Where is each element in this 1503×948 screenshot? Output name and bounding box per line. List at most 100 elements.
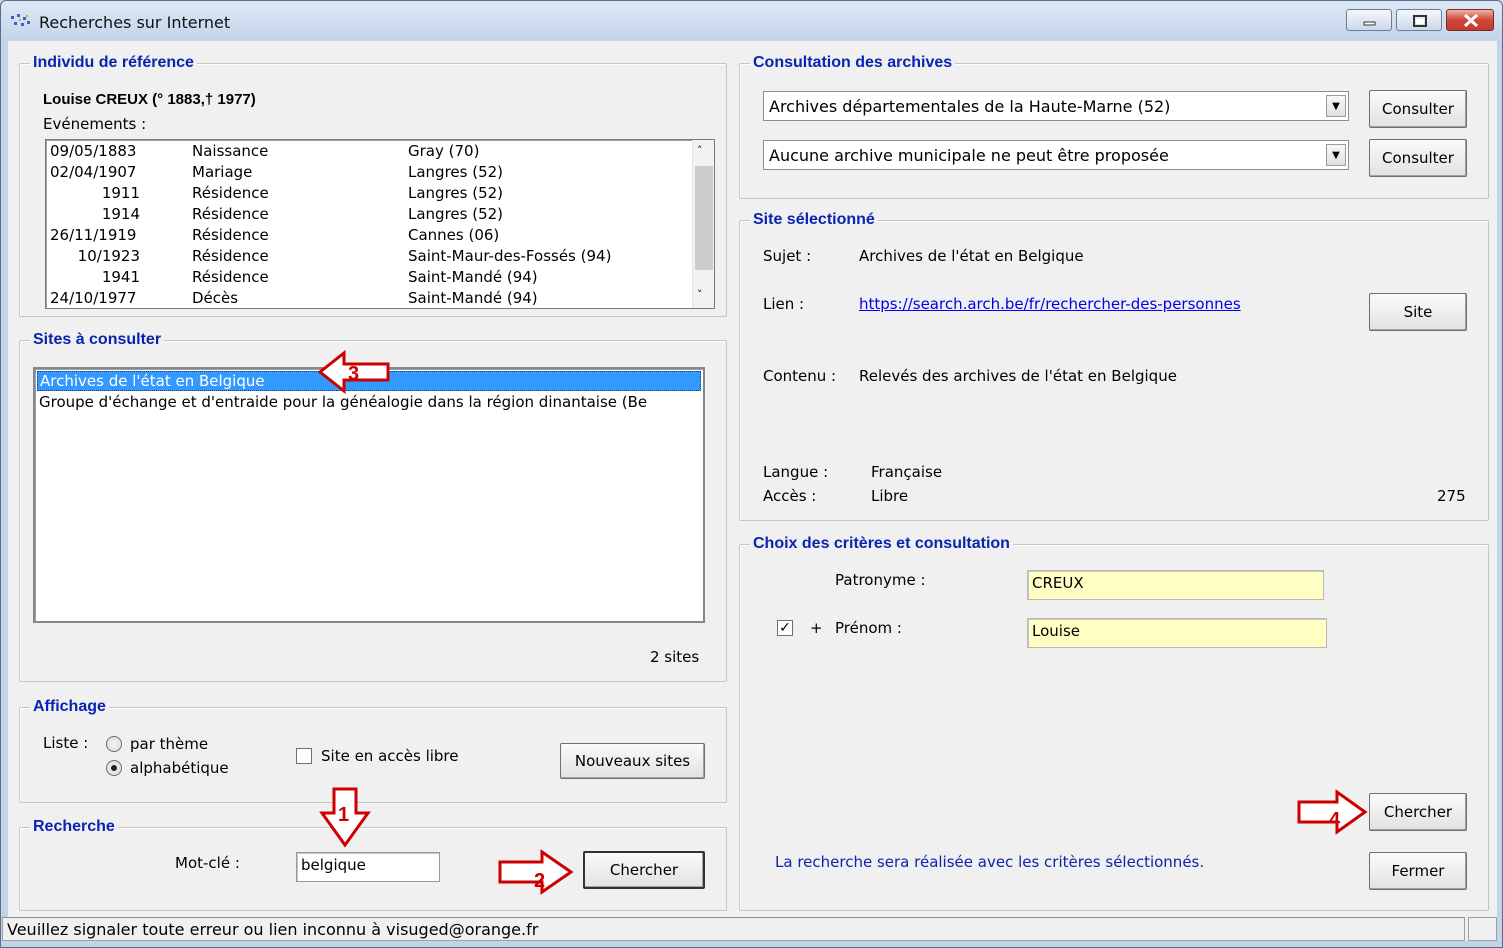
criteria-legend: Choix des critères et consultation <box>750 534 1013 554</box>
events-list[interactable]: 09/05/1883 Naissance Gray (70) 02/04/1907 Ma… <box>45 139 715 309</box>
event-type: Naissance <box>192 142 269 160</box>
radio-theme-label[interactable]: par thème <box>130 735 208 753</box>
event-date: 02/04/1907 <box>50 163 137 181</box>
event-date: 09/05/1883 <box>50 142 137 160</box>
sites-legend: Sites à consulter <box>30 330 165 350</box>
minimize-button[interactable] <box>1346 9 1392 31</box>
annotation-number-4: 4 <box>1329 809 1341 831</box>
reference-legend: Individu de référence <box>30 53 197 73</box>
event-row[interactable]: 09/05/1883 Naissance Gray (70) <box>50 142 710 163</box>
event-type: Résidence <box>192 247 269 265</box>
event-row[interactable]: 26/11/1919 Résidence Cannes (06) <box>50 226 710 247</box>
site-button[interactable]: Site <box>1369 293 1467 331</box>
events-scrollbar[interactable]: ˄ ˅ <box>692 140 714 308</box>
annotation-arrow-2: 2 <box>498 849 574 895</box>
scroll-down-icon[interactable]: ˅ <box>697 288 703 301</box>
subject-value: Archives de l'état en Belgique <box>859 247 1084 265</box>
sites-count: 2 sites <box>650 648 700 666</box>
chevron-down-icon[interactable]: ▼ <box>1326 144 1346 166</box>
event-place: Saint-Maur-des-Fossés (94) <box>408 247 612 265</box>
access-value: Libre <box>871 487 909 505</box>
list-label: Liste : <box>43 734 89 752</box>
event-row[interactable]: 1911 Résidence Langres (52) <box>50 184 710 205</box>
radio-alphabetical-label[interactable]: alphabétique <box>130 759 229 777</box>
surname-input[interactable]: CREUX <box>1027 570 1324 600</box>
event-date: 24/10/1977 <box>50 289 137 307</box>
radio-alphabetical[interactable] <box>106 760 122 776</box>
criteria-info-text: La recherche sera réalisée avec les crit… <box>775 853 1205 871</box>
selected-site-legend: Site sélectionné <box>750 210 878 230</box>
archives-legend: Consultation des archives <box>750 53 956 73</box>
selected-site-group: Site sélectionné Sujet : Archives de l'é… <box>739 210 1489 521</box>
language-value: Française <box>871 463 943 481</box>
title-bar[interactable]: Recherches sur Internet <box>1 1 1502 41</box>
site-item[interactable]: Groupe d'échange et d'entraide pour la g… <box>39 393 647 411</box>
free-access-label[interactable]: Site en accès libre <box>321 747 459 765</box>
close-window-button[interactable] <box>1446 9 1494 31</box>
dept-archives-select[interactable]: Archives départementales de la Haute-Mar… <box>763 91 1349 121</box>
event-row[interactable]: 02/04/1907 Mariage Langres (52) <box>50 163 710 184</box>
firstname-checkbox[interactable]: ✓ <box>777 620 793 636</box>
sites-list[interactable]: Archives de l'état en Belgique Groupe d'… <box>33 367 705 623</box>
annotation-arrow-3: 3 <box>317 349 390 395</box>
chevron-down-icon[interactable]: ▼ <box>1326 95 1346 117</box>
free-access-checkbox[interactable] <box>296 748 312 764</box>
annotation-number-2: 2 <box>534 870 545 892</box>
restore-icon <box>1413 15 1427 27</box>
event-date: 10/1923 <box>77 247 140 265</box>
event-row[interactable]: 1914 Résidence Langres (52) <box>50 205 710 226</box>
site-number: 275 <box>1437 487 1466 505</box>
access-label: Accès : <box>763 487 817 505</box>
app-window: Recherches sur Internet Individu de réfé… <box>0 0 1503 948</box>
firstname-label: Prénom : <box>835 619 902 637</box>
event-date: 1914 <box>101 205 140 223</box>
scrollbar-thumb[interactable] <box>695 166 713 270</box>
event-type: Résidence <box>192 205 269 223</box>
status-text: Veuillez signaler toute erreur ou lien i… <box>7 920 539 939</box>
event-type: Résidence <box>192 268 269 286</box>
consult-dept-button[interactable]: Consulter <box>1369 90 1467 128</box>
window-title: Recherches sur Internet <box>39 13 231 32</box>
event-type: Décès <box>192 289 239 307</box>
subject-label: Sujet : <box>763 247 812 265</box>
search-group: Recherche Mot-clé : belgique Chercher <box>19 817 727 911</box>
reference-group: Individu de référence Louise CREUX (° 18… <box>19 53 727 317</box>
keyword-label: Mot-clé : <box>175 854 240 872</box>
annotation-arrow-4: 4 <box>1297 789 1368 835</box>
site-link[interactable]: https://search.arch.be/fr/rechercher-des… <box>859 295 1241 313</box>
archives-group: Consultation des archives Archives dépar… <box>739 53 1489 199</box>
event-row[interactable]: 10/1923 Résidence Saint-Maur-des-Fossés (9… <box>50 247 710 268</box>
plus-sign: + <box>810 619 823 637</box>
maximize-button[interactable] <box>1396 9 1442 31</box>
event-place: Langres (52) <box>408 184 504 202</box>
event-row[interactable]: 1941 Résidence Saint-Mandé (94) <box>50 268 710 289</box>
scroll-up-icon[interactable]: ˄ <box>697 144 703 157</box>
event-row[interactable]: 24/10/1977 Décès Saint-Mandé (94) <box>50 289 710 308</box>
keyword-input[interactable]: belgique <box>296 852 440 882</box>
criteria-search-button[interactable]: Chercher <box>1369 793 1467 831</box>
size-grip[interactable] <box>1468 917 1497 941</box>
radio-theme[interactable] <box>106 736 122 752</box>
search-button[interactable]: Chercher <box>583 851 705 889</box>
close-button[interactable]: Fermer <box>1369 852 1467 890</box>
language-label: Langue : <box>763 463 829 481</box>
annotation-number-3: 3 <box>348 363 359 385</box>
reference-person: Louise CREUX (° 1883,† 1977) <box>43 91 256 108</box>
display-legend: Affichage <box>30 697 109 717</box>
event-place: Langres (52) <box>408 205 504 223</box>
consult-muni-button[interactable]: Consulter <box>1369 139 1467 177</box>
status-bar: Veuillez signaler toute erreur ou lien i… <box>2 917 1465 941</box>
annotation-number-1: 1 <box>338 804 349 826</box>
event-date: 26/11/1919 <box>50 226 137 244</box>
content-value: Relevés des archives de l'état en Belgiq… <box>859 367 1177 385</box>
muni-archives-select[interactable]: Aucune archive municipale ne peut être p… <box>763 140 1349 170</box>
event-date: 1911 <box>101 184 140 202</box>
event-place: Cannes (06) <box>408 226 500 244</box>
new-sites-button[interactable]: Nouveaux sites <box>560 743 705 779</box>
event-place: Gray (70) <box>408 142 480 160</box>
surname-label: Patronyme : <box>835 571 926 589</box>
event-place: Saint-Mandé (94) <box>408 268 538 286</box>
event-date: 1941 <box>101 268 140 286</box>
content-label: Contenu : <box>763 367 837 385</box>
firstname-input[interactable]: Louise <box>1027 618 1327 648</box>
